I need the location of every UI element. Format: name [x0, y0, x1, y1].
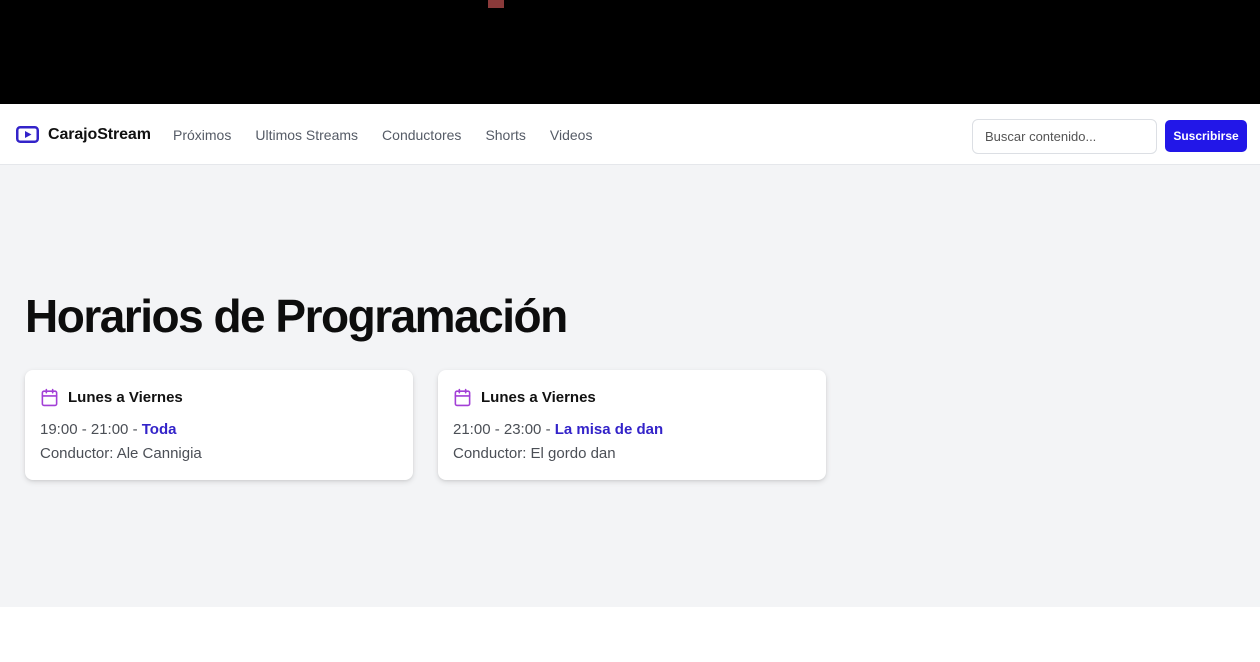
nav-links: Próximos Ultimos Streams Conductores Sho… — [173, 104, 592, 165]
nav-link-shorts[interactable]: Shorts — [485, 127, 525, 143]
card-header: Lunes a Viernes — [453, 388, 596, 407]
card-time-line: 21:00 - 23:00 - La misa de dan — [453, 421, 663, 438]
card-time: 21:00 - 23:00 — [453, 421, 542, 438]
card-time: 19:00 - 21:00 — [40, 421, 129, 438]
card-header: Lunes a Viernes — [40, 388, 183, 407]
schedule-card: Lunes a Viernes 19:00 - 21:00 - Toda Con… — [25, 370, 413, 480]
search-input[interactable] — [972, 119, 1157, 154]
nav-link-proximos[interactable]: Próximos — [173, 127, 231, 143]
card-separator: - — [128, 421, 142, 438]
card-separator: - — [541, 421, 555, 438]
card-host: Conductor: El gordo dan — [453, 445, 616, 462]
card-host: Conductor: Ale Cannigia — [40, 445, 202, 462]
card-day: Lunes a Viernes — [481, 389, 596, 406]
play-video-icon — [16, 126, 39, 143]
page-title: Horarios de Programación — [25, 290, 568, 342]
top-black-bar — [0, 0, 1260, 104]
card-time-line: 19:00 - 21:00 - Toda — [40, 421, 176, 438]
nav-link-videos[interactable]: Videos — [550, 127, 593, 143]
card-show-link[interactable]: Toda — [142, 421, 177, 438]
calendar-icon — [454, 388, 471, 407]
subscribe-button[interactable]: Suscribirse — [1165, 120, 1247, 152]
card-day: Lunes a Viernes — [68, 389, 183, 406]
nav-link-conductores[interactable]: Conductores — [382, 127, 461, 143]
brand-logo-link[interactable]: CarajoStream — [16, 104, 151, 165]
calendar-icon — [41, 388, 58, 407]
schedule-section: Horarios de Programación Lunes a Viernes… — [0, 165, 1260, 607]
card-show-link[interactable]: La misa de dan — [555, 421, 663, 438]
nav-link-ultimos-streams[interactable]: Ultimos Streams — [255, 127, 358, 143]
top-marker — [488, 0, 504, 8]
brand-name: CarajoStream — [48, 125, 151, 143]
schedule-card: Lunes a Viernes 21:00 - 23:00 - La misa … — [438, 370, 826, 480]
